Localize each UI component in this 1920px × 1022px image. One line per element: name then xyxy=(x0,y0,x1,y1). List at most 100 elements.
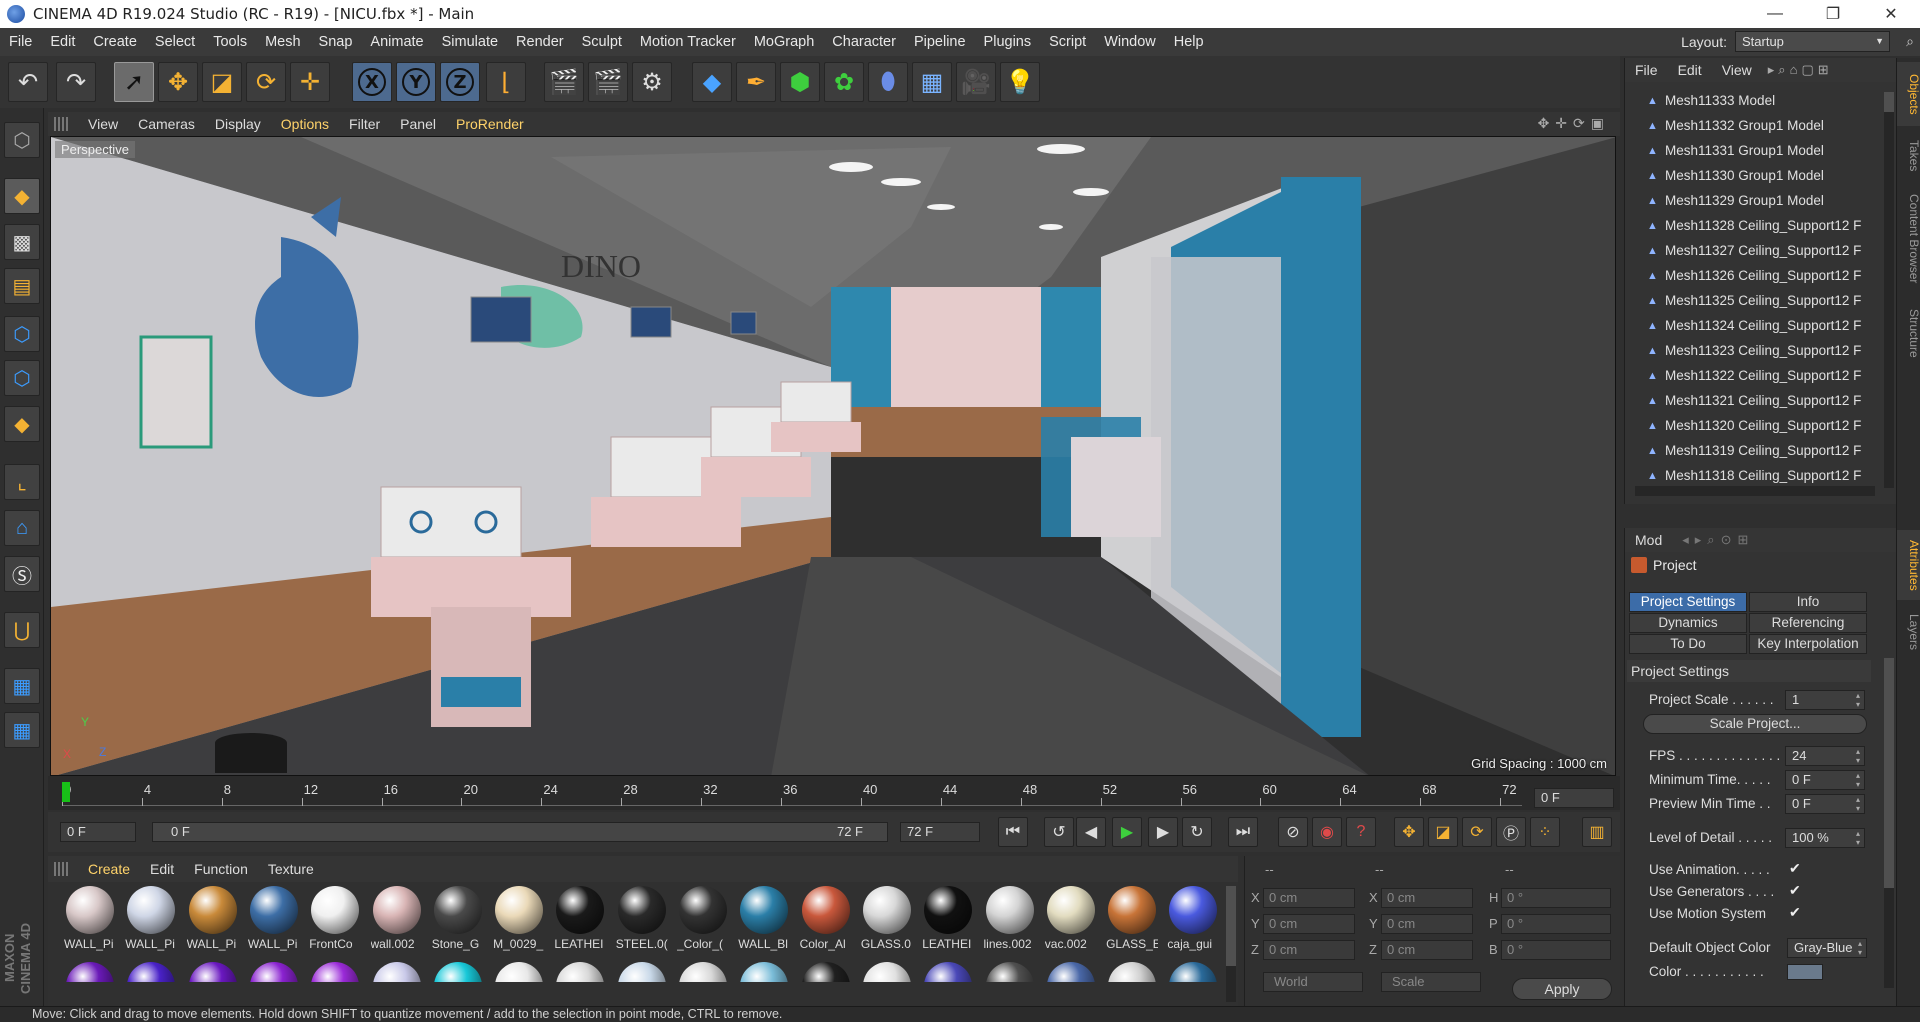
menu-edit[interactable]: Edit xyxy=(41,34,84,50)
next-key-button[interactable]: ↻ xyxy=(1182,817,1212,847)
model-mode-button[interactable]: ◆ xyxy=(4,178,40,214)
material-swatch[interactable] xyxy=(616,962,668,982)
object-list-row[interactable]: ▲ Mesh11332 Group1 Model xyxy=(1625,113,1881,138)
material-menu-edit[interactable]: Edit xyxy=(140,861,184,877)
go-to-end-button[interactable]: ⏭ xyxy=(1228,817,1258,847)
redo-button[interactable]: ↷ xyxy=(56,62,96,102)
default-object-color-dropdown[interactable]: Gray-Blue xyxy=(1787,938,1867,958)
coord-rot-b-field[interactable]: 0 ° xyxy=(1501,940,1611,960)
menu-script[interactable]: Script xyxy=(1040,34,1095,50)
material-swatch[interactable] xyxy=(371,962,423,982)
material-swatch[interactable] xyxy=(64,962,116,982)
menu-sculpt[interactable]: Sculpt xyxy=(573,34,631,50)
material-swatch[interactable]: LEATHEI xyxy=(554,886,606,962)
menu-file[interactable]: File xyxy=(0,34,41,50)
material-swatch[interactable] xyxy=(984,962,1036,982)
coordinate-space-dropdown[interactable]: World xyxy=(1263,972,1363,992)
material-swatch[interactable] xyxy=(432,962,484,982)
3d-viewport[interactable]: DINO Perspective Grid Spacing : 1000 cm … xyxy=(50,136,1616,776)
use-motion-system-checkbox[interactable]: ✔ xyxy=(1789,904,1801,921)
key-position-button[interactable]: ✥ xyxy=(1394,817,1424,847)
camera-button[interactable]: 🎥 xyxy=(956,62,996,102)
snap-button[interactable]: ⋃ xyxy=(4,612,40,648)
coord-size-x-field[interactable]: 0 cm xyxy=(1381,888,1473,908)
objects-menu-file[interactable]: File xyxy=(1625,62,1668,78)
previous-key-button[interactable]: ↺ xyxy=(1044,817,1074,847)
tab-objects[interactable]: Objects xyxy=(1897,62,1920,126)
object-list-row[interactable]: ▲ Mesh11322 Ceiling_Support12 F xyxy=(1625,363,1881,388)
tab-to-do[interactable]: To Do xyxy=(1629,634,1747,654)
tab-project-settings[interactable]: Project Settings xyxy=(1629,592,1747,612)
material-menu-texture[interactable]: Texture xyxy=(258,861,324,877)
render-view-button[interactable]: 🎬 xyxy=(544,62,584,102)
material-swatch[interactable]: Stone_G xyxy=(432,886,484,962)
material-swatch[interactable] xyxy=(493,962,545,982)
layout-select[interactable]: Startup xyxy=(1735,31,1890,52)
coord-pos-y-field[interactable]: 0 cm xyxy=(1263,914,1355,934)
menu-mesh[interactable]: Mesh xyxy=(256,34,309,50)
x-axis-lock-button[interactable]: X xyxy=(352,62,392,102)
material-swatch[interactable]: wall.002 xyxy=(371,886,423,962)
material-swatch[interactable]: Color_Al xyxy=(800,886,852,962)
coord-size-z-field[interactable]: 0 cm xyxy=(1381,940,1473,960)
material-swatch[interactable] xyxy=(1106,962,1158,982)
menu-mograph[interactable]: MoGraph xyxy=(745,34,823,50)
material-swatch[interactable]: WALL_Bl xyxy=(738,886,790,962)
material-swatch[interactable] xyxy=(1167,962,1219,982)
material-swatch[interactable]: WALL_Pi xyxy=(125,886,177,962)
coord-pos-z-field[interactable]: 0 cm xyxy=(1263,940,1355,960)
panel-grip-icon[interactable] xyxy=(54,862,68,876)
menu-tools[interactable]: Tools xyxy=(204,34,256,50)
menu-simulate[interactable]: Simulate xyxy=(433,34,507,50)
object-list-row[interactable]: ▲ Mesh11333 Model xyxy=(1625,88,1881,113)
coord-size-y-field[interactable]: 0 cm xyxy=(1381,914,1473,934)
material-swatch[interactable] xyxy=(554,962,606,982)
material-swatch[interactable]: WALL_Pi xyxy=(64,886,116,962)
object-list-scrollbar[interactable] xyxy=(1884,92,1894,488)
coord-rot-p-field[interactable]: 0 ° xyxy=(1501,914,1611,934)
menu-animate[interactable]: Animate xyxy=(361,34,432,50)
panel-grip-icon[interactable] xyxy=(54,117,68,131)
use-generators-checkbox[interactable]: ✔ xyxy=(1789,882,1801,899)
deformer-button[interactable]: ⬮ xyxy=(868,62,908,102)
polygons-mode-button[interactable]: ◆ xyxy=(4,406,40,442)
material-swatch[interactable]: vac.002 xyxy=(1045,886,1097,962)
key-scale-button[interactable]: ◪ xyxy=(1428,817,1458,847)
timeline-ruler[interactable]: 04812162024283236404448525660646872 xyxy=(61,782,1522,806)
object-list-hscrollbar[interactable] xyxy=(1635,486,1875,496)
object-list-row[interactable]: ▲ Mesh11329 Group1 Model xyxy=(1625,188,1881,213)
make-editable-button[interactable]: ⬡ xyxy=(4,122,40,158)
attributes-scrollbar[interactable] xyxy=(1884,658,1894,988)
object-list-row[interactable]: ▲ Mesh11328 Ceiling_Support12 F xyxy=(1625,213,1881,238)
maximize-button[interactable]: ❐ xyxy=(1804,0,1862,28)
material-swatch[interactable]: caja_gui xyxy=(1167,886,1219,962)
tweak-mode-button[interactable]: ⌂ xyxy=(4,510,40,546)
timeline[interactable]: 04812162024283236404448525660646872 0 F xyxy=(48,776,1620,810)
material-swatch[interactable] xyxy=(187,962,239,982)
menu-pipeline[interactable]: Pipeline xyxy=(905,34,975,50)
viewport-menu-prorender[interactable]: ProRender xyxy=(446,116,534,132)
solo-button[interactable]: Ⓢ xyxy=(4,556,40,592)
tab-dynamics[interactable]: Dynamics xyxy=(1629,613,1747,633)
color-swatch[interactable] xyxy=(1787,964,1823,980)
material-swatch[interactable]: lines.002 xyxy=(984,886,1036,962)
objects-menu-edit[interactable]: Edit xyxy=(1668,62,1712,78)
viewport-menu-cameras[interactable]: Cameras xyxy=(128,116,205,132)
object-list-row[interactable]: ▲ Mesh11326 Ceiling_Support12 F xyxy=(1625,263,1881,288)
material-swatch[interactable]: _Color_( xyxy=(677,886,729,962)
cube-primitive-button[interactable]: ◆ xyxy=(692,62,732,102)
attribute-nav-icons[interactable]: ◂▸⌕⊙⊞ xyxy=(1682,532,1754,548)
scale-tool-button[interactable]: ◪ xyxy=(202,62,242,102)
tab-layers[interactable]: Layers xyxy=(1897,606,1920,658)
object-list-row[interactable]: ▲ Mesh11324 Ceiling_Support12 F xyxy=(1625,313,1881,338)
tab-content-browser[interactable]: Content Browser xyxy=(1897,184,1920,294)
material-swatch[interactable]: STEEL.0( xyxy=(616,886,668,962)
search-icon[interactable]: ⌕ xyxy=(1906,33,1914,50)
object-list-row[interactable]: ▲ Mesh11327 Ceiling_Support12 F xyxy=(1625,238,1881,263)
material-swatch[interactable]: WALL_Pi xyxy=(248,886,300,962)
y-axis-lock-button[interactable]: Y xyxy=(396,62,436,102)
attributes-menu-mode[interactable]: Mod xyxy=(1625,532,1672,548)
light-button[interactable]: 💡 xyxy=(1000,62,1040,102)
object-list-row[interactable]: ▲ Mesh11331 Group1 Model xyxy=(1625,138,1881,163)
object-list[interactable]: ▲ Mesh11333 Model ▲ Mesh11332 Group1 Model ▲… xyxy=(1625,88,1881,494)
